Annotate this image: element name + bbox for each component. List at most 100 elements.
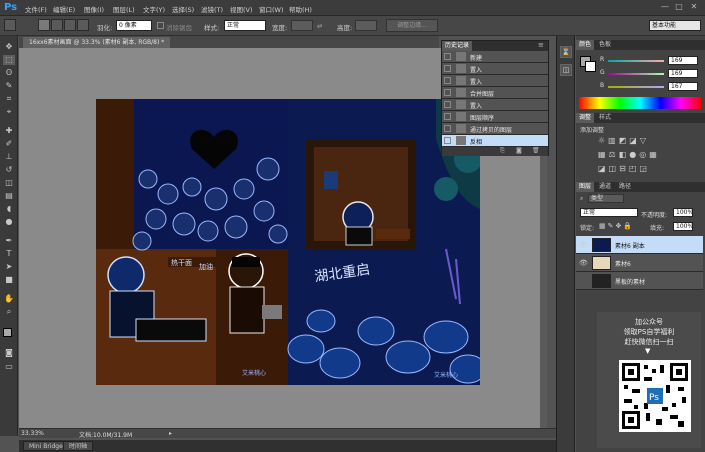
type-tool-icon[interactable]: T [3,249,15,259]
tab-channels[interactable]: 通道 [596,182,614,192]
eyedropper-tool-icon[interactable]: ⌖ [3,107,15,117]
visibility-eye-icon[interactable]: 👁 [579,241,588,249]
hand-tool-icon[interactable]: ✋ [3,294,15,304]
visibility-eye-icon[interactable]: 👁 [579,259,588,267]
menu-image[interactable]: 图像(I) [84,4,104,14]
history-item[interactable]: 新建 [442,51,548,63]
antialias-checkbox[interactable] [157,22,164,29]
shape-tool-icon[interactable]: ■ [3,275,15,285]
menu-window[interactable]: 窗口(W) [259,4,284,14]
channel-g-input[interactable]: 169 [668,69,698,78]
zoom-tool-icon[interactable]: ⌕ [3,307,15,317]
eraser-tool-icon[interactable]: ◫ [3,178,15,188]
tab-color[interactable]: 颜色 [576,40,595,50]
healing-tool-icon[interactable]: ✚ [3,126,15,136]
path-select-tool-icon[interactable]: ➤ [3,262,15,272]
tab-mini-bridge[interactable]: Mini Bridge [23,441,69,451]
history-item[interactable]: 通过拷贝的图层 [442,123,548,135]
history-checkbox[interactable] [444,65,451,72]
fill-input[interactable]: 100% [673,222,693,231]
tab-timeline[interactable]: 时间轴 [63,441,94,451]
menu-select[interactable]: 选择(S) [172,4,194,14]
history-item[interactable]: 置入 [442,99,548,111]
tab-paths[interactable]: 路径 [616,182,634,192]
history-brush-tool-icon[interactable]: ↺ [3,165,15,175]
zoom-readout[interactable]: 33.33% [21,430,44,437]
menu-filter[interactable]: 滤镜(T) [201,4,223,14]
minimize-button[interactable]: — [659,2,671,12]
maximize-button[interactable]: □ [673,2,685,12]
menu-type[interactable]: 文字(Y) [143,4,165,14]
layer-kind-filter[interactable]: 类型 [588,194,624,203]
opacity-input[interactable]: 100% [673,208,693,217]
history-checkbox[interactable] [444,77,451,84]
foreground-color-swatch[interactable] [3,328,12,337]
layer-row[interactable]: 👁 素材6 [576,254,703,272]
tab-adjustments[interactable]: 调整 [576,113,595,123]
dodge-tool-icon[interactable]: ● [3,217,15,227]
marquee-tool-icon[interactable]: ⬚ [3,55,15,65]
layer-row-selected[interactable]: 👁 素材6 副本 [576,236,703,254]
history-item[interactable]: 图层顺序 [442,111,548,123]
history-checkbox[interactable] [444,113,451,120]
menu-help[interactable]: 帮助(H) [289,4,312,14]
lasso-tool-icon[interactable]: ʘ [3,68,15,78]
panel-menu-icon[interactable]: ≡ [538,41,544,49]
crop-tool-icon[interactable]: ⌗ [3,94,15,104]
trash-icon[interactable]: 🗑 [532,147,540,154]
history-checkbox[interactable] [444,125,451,132]
width-input[interactable] [291,20,313,31]
history-checkbox[interactable] [444,89,451,96]
history-item-selected[interactable]: 反相 [442,135,548,147]
adjustment-icons-row3[interactable]: ◪◫⊟◰◲ [598,164,650,173]
intersect-selection-icon[interactable] [77,19,89,31]
style-select[interactable]: 正常 [224,20,266,31]
lock-icons[interactable]: ▦✎✥🔒 [599,222,634,230]
layer-row[interactable]: 黑板的素材 [576,272,703,290]
tab-swatches[interactable]: 色板 [596,40,614,50]
history-item[interactable]: 置入 [442,63,548,75]
add-selection-icon[interactable] [51,19,63,31]
height-input[interactable] [355,20,377,31]
history-checkbox[interactable] [444,137,451,144]
close-button[interactable]: ✕ [688,2,700,12]
feather-input[interactable]: 0 像素 [116,20,152,31]
menu-layer[interactable]: 图层(L) [113,4,135,14]
swap-icon[interactable]: ⇄ [317,22,322,30]
color-spectrum-ramp[interactable] [579,97,701,109]
stamp-tool-icon[interactable]: ⊥ [3,152,15,162]
marquee-preset-icon[interactable] [4,19,16,31]
quick-mask-icon[interactable]: ◙ [3,348,15,358]
blur-tool-icon[interactable]: ◖ [3,204,15,214]
menu-file[interactable]: 文件(F) [25,4,47,14]
refine-edge-button[interactable]: 调整边缘... [386,19,438,32]
gradient-tool-icon[interactable]: ▤ [3,191,15,201]
document-tab[interactable]: 16xx6素材画面 @ 33.3% (素材6 副本, RGB/8) * [23,37,171,48]
channel-b-input[interactable]: 167 [668,82,698,91]
brush-tool-icon[interactable]: ✐ [3,139,15,149]
menu-view[interactable]: 视图(V) [230,4,253,14]
adjustment-icons-row2[interactable]: ▦⚖◧●◎▦ [598,150,660,159]
subtract-selection-icon[interactable] [64,19,76,31]
pen-tool-icon[interactable]: ✒ [3,236,15,246]
bg-color-swatch[interactable] [585,61,596,72]
snapshot-icon[interactable]: ◙ [516,147,522,154]
move-tool-icon[interactable]: ✥ [3,42,15,52]
menu-edit[interactable]: 编辑(E) [53,4,75,14]
screen-mode-icon[interactable]: ▭ [3,362,15,372]
history-dock-icon[interactable]: ⌛ [560,46,572,58]
channel-r-slider[interactable] [608,60,664,62]
status-arrow-icon[interactable]: ▸ [169,430,177,438]
new-document-icon[interactable]: ⎘ [500,147,505,155]
channel-r-input[interactable]: 169 [668,56,698,65]
quick-select-tool-icon[interactable]: ✎ [3,81,15,91]
channel-b-slider[interactable] [608,86,664,88]
new-selection-icon[interactable] [38,19,50,31]
blend-mode-select[interactable]: 正常 [580,208,638,217]
properties-dock-icon[interactable]: ◫ [560,64,572,76]
history-checkbox[interactable] [444,53,451,60]
history-item[interactable]: 合并图层 [442,87,548,99]
artwork-canvas[interactable]: 热干面 加油 艾米桃心 湖北重启 艾米桃心 [96,99,480,385]
tab-history[interactable]: 历史记录 [442,41,473,51]
history-checkbox[interactable] [444,101,451,108]
